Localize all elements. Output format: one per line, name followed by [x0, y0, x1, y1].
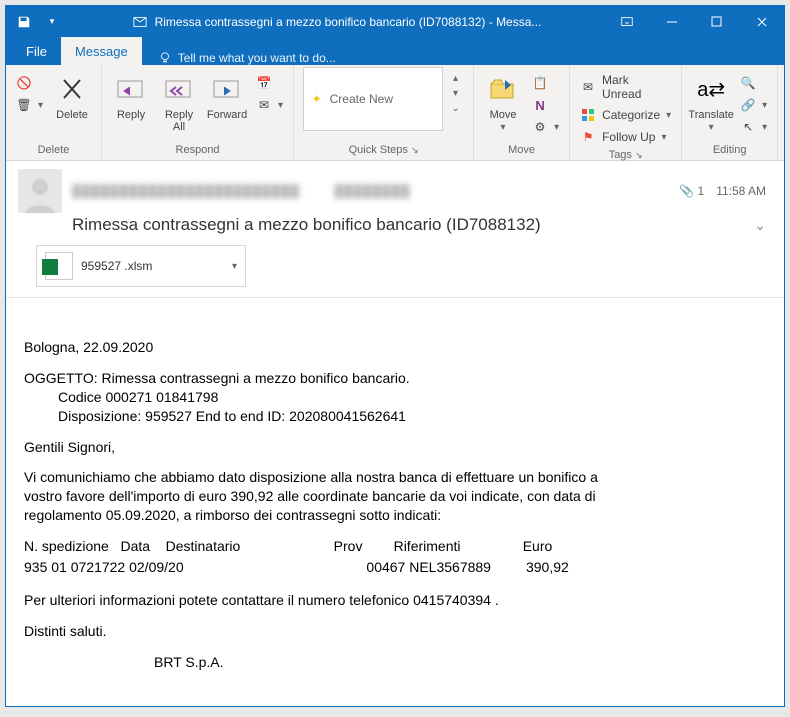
ribbon-group-zoom: Zoom Zoom — [778, 65, 790, 160]
body-oggetto-block: OGGETTO: Rimessa contrassegni a mezzo bo… — [24, 369, 766, 426]
recipient-address: ████████ — [335, 184, 411, 198]
junk-icon: 🗑 — [16, 97, 32, 113]
actions-button[interactable]: ⚙▾ — [528, 117, 563, 137]
outlook-message-window: ▾ Rimessa contrassegni a mezzo bonifico … — [5, 5, 785, 707]
message-header: ████████████████████████ ████████ 📎 1 11… — [6, 161, 784, 298]
forward-button[interactable]: Forward — [204, 67, 250, 121]
pointer-icon: ↖ — [740, 119, 756, 135]
forward-icon — [210, 71, 244, 107]
ribbon: 🚫 🗑▾ Delete Delete Reply Reply All — [6, 65, 784, 161]
junk-button[interactable]: 🗑▾ — [12, 95, 47, 115]
window-controls — [604, 6, 784, 37]
ribbon-group-tags: ✉Mark Unread Categorize ▾ ⚑Follow Up ▾ T… — [570, 65, 682, 160]
related-icon: 🔗 — [740, 97, 756, 113]
body-location-date: Bologna, 22.09.2020 — [24, 338, 766, 357]
body-signature: BRT S.p.A. — [24, 653, 766, 672]
related-button[interactable]: 🔗▾ — [736, 95, 771, 115]
maximize-button[interactable] — [694, 6, 739, 37]
delete-button[interactable]: Delete — [49, 67, 95, 121]
ribbon-group-move: Move▾ 📋 N ⚙▾ Move — [474, 65, 570, 160]
ignore-button[interactable]: 🚫 — [12, 73, 47, 93]
more-respond-button[interactable]: ✉▾ — [252, 95, 287, 115]
mail-icon — [133, 15, 147, 29]
attachment-filename: 959527 .xlsm — [81, 259, 224, 273]
expand-icon[interactable]: ⌄ — [451, 103, 459, 114]
chevron-down-icon[interactable]: ▾ — [453, 88, 458, 99]
mark-unread-button[interactable]: ✉Mark Unread — [576, 71, 675, 103]
save-icon[interactable] — [12, 10, 36, 34]
reply-button[interactable]: Reply — [108, 67, 154, 121]
onenote-button[interactable]: N — [528, 95, 563, 115]
message-body[interactable]: Bologna, 22.09.2020 OGGETTO: Rimessa con… — [6, 298, 784, 706]
body-paragraph-1: Vi comunichiamo che abbiamo dato disposi… — [24, 468, 604, 525]
ribbon-display-icon[interactable] — [604, 6, 649, 37]
ribbon-group-quicksteps: ✦ Create New ▴ ▾ ⌄ Quick Steps ↘ — [294, 65, 474, 160]
rules-icon: 📋 — [532, 75, 548, 91]
delete-icon — [58, 71, 86, 107]
message-subject: Rimessa contrassegni a mezzo bonifico ba… — [18, 215, 754, 235]
ribbon-group-editing: a⇄ Translate▾ 🔍 🔗▾ ↖▾ Editing — [682, 65, 778, 160]
meeting-button[interactable]: 📅 — [252, 73, 287, 93]
follow-up-button[interactable]: ⚑Follow Up ▾ — [576, 127, 675, 147]
reply-icon — [114, 71, 148, 107]
reply-all-button[interactable]: Reply All — [156, 67, 202, 133]
ignore-icon: 🚫 — [16, 75, 32, 91]
paperclip-icon: 📎 — [679, 184, 694, 198]
flag-icon: ⚑ — [580, 129, 596, 145]
onenote-icon: N — [532, 97, 548, 113]
attachment-chip[interactable]: 959527 .xlsm ▾ — [36, 245, 246, 287]
quick-access-toolbar: ▾ — [6, 10, 70, 34]
categorize-button[interactable]: Categorize ▾ — [576, 105, 675, 125]
envelope-icon: ✉ — [580, 79, 596, 95]
received-time: 11:58 AM — [716, 184, 766, 198]
sender-address: ████████████████████████ — [72, 184, 300, 198]
actions-icon: ⚙ — [532, 119, 548, 135]
body-greeting: Gentili Signori, — [24, 438, 766, 457]
more-icon: ✉ — [256, 97, 272, 113]
body-shipment-table: N. spedizione Data Destinatario Prov Rif… — [24, 537, 766, 579]
find-icon: 🔍 — [740, 75, 756, 91]
translate-icon: a⇄ — [697, 71, 725, 107]
move-button[interactable]: Move▾ — [480, 67, 526, 134]
window-title: Rimessa contrassegni a mezzo bonifico ba… — [70, 15, 604, 29]
sparkle-icon: ✦ — [312, 92, 322, 106]
zoom-button[interactable]: Zoom — [784, 67, 790, 121]
ribbon-group-delete: 🚫 🗑▾ Delete Delete — [6, 65, 102, 160]
from-line: ████████████████████████ ████████ — [72, 182, 679, 200]
collapse-header-icon[interactable]: ⌄ — [754, 217, 766, 234]
categorize-icon — [580, 107, 596, 123]
lightbulb-icon — [158, 51, 172, 65]
body-paragraph-2: Per ulteriori informazioni potete contat… — [24, 591, 766, 610]
find-button[interactable]: 🔍 — [736, 73, 771, 93]
ribbon-group-respond: Reply Reply All Forward 📅 ✉▾ Respond — [102, 65, 294, 160]
tab-file[interactable]: File — [12, 38, 61, 65]
attachment-dropdown-icon[interactable]: ▾ — [232, 261, 237, 272]
rules-button[interactable]: 📋 — [528, 73, 563, 93]
select-button[interactable]: ↖▾ — [736, 117, 771, 137]
chevron-up-icon[interactable]: ▴ — [453, 73, 458, 84]
tab-message[interactable]: Message — [61, 37, 142, 65]
ribbon-tabs: File Message Tell me what you want to do… — [6, 37, 784, 65]
body-closing: Distinti saluti. — [24, 622, 766, 641]
attachment-indicator[interactable]: 📎 1 — [679, 184, 704, 198]
close-button[interactable] — [739, 6, 784, 37]
meeting-icon: 📅 — [256, 75, 272, 91]
excel-file-icon — [45, 252, 73, 280]
qat-dropdown-icon[interactable]: ▾ — [40, 10, 64, 34]
sender-avatar — [18, 169, 62, 213]
tell-me-search[interactable]: Tell me what you want to do... — [142, 51, 336, 65]
quickstep-create-new[interactable]: ✦ Create New — [303, 67, 443, 131]
minimize-button[interactable] — [649, 6, 694, 37]
reply-all-icon — [162, 71, 196, 107]
titlebar: ▾ Rimessa contrassegni a mezzo bonifico … — [6, 6, 784, 37]
move-folder-icon — [487, 71, 519, 107]
translate-button[interactable]: a⇄ Translate▾ — [688, 67, 734, 134]
